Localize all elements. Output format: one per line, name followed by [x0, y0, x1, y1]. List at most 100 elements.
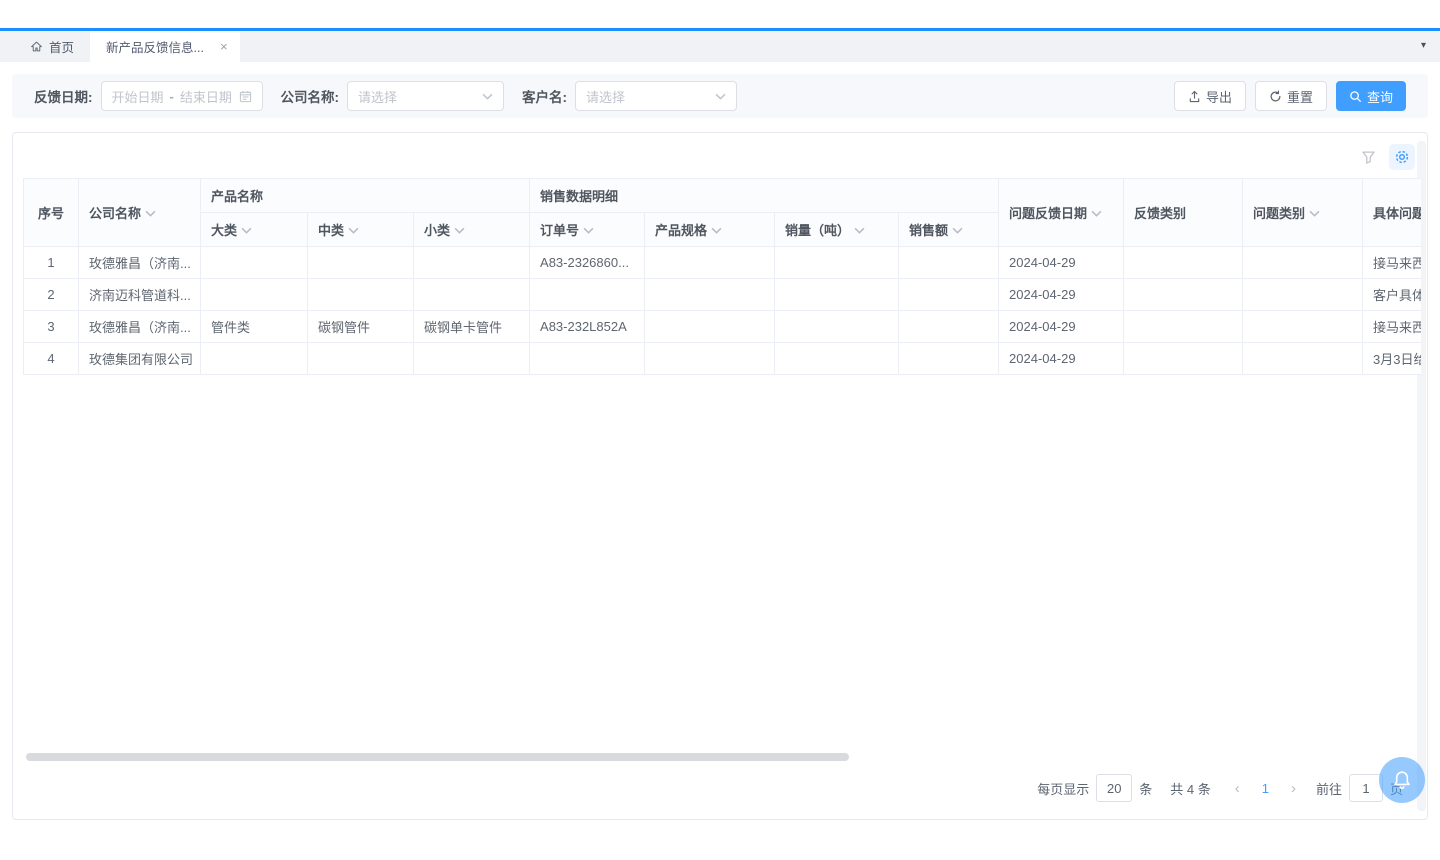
- col-header-index: 序号: [24, 179, 79, 247]
- col-header-company[interactable]: 公司名称: [79, 179, 201, 247]
- table-cell: 3: [24, 311, 79, 343]
- prev-page-icon[interactable]: ‹: [1225, 780, 1250, 797]
- table-row: 1玫德雅昌（济南...A83-2326860...2024-04-29接马来西亚: [24, 247, 1422, 279]
- caret-down-icon: [348, 222, 359, 237]
- group-header-sales-detail: 销售数据明细: [530, 179, 999, 213]
- tab-active[interactable]: 新产品反馈信息... ×: [90, 31, 240, 62]
- pagination: 每页显示 条 共 4 条 ‹ 1 › 前往 页: [1037, 773, 1403, 803]
- col-header-volume[interactable]: 销量（吨）: [775, 213, 899, 247]
- date-separator: -: [170, 89, 174, 104]
- gear-icon: [1394, 149, 1410, 165]
- tab-active-label: 新产品反馈信息...: [106, 37, 204, 56]
- table-cell: [1243, 279, 1363, 311]
- filter-bar: 反馈日期: 开始日期 - 结束日期 公司名称: 请选择 客户名: 请选择: [12, 74, 1428, 118]
- caret-down-icon: [1091, 205, 1102, 220]
- caret-down-icon: [711, 222, 722, 237]
- table-cell: A83-2326860...: [530, 247, 645, 279]
- table-cell: [308, 343, 414, 375]
- reset-button[interactable]: 重置: [1255, 81, 1327, 111]
- table-cell: 玫德集团有限公司: [79, 343, 201, 375]
- table-cell: 济南迈科管道科...: [79, 279, 201, 311]
- table-cell: 2: [24, 279, 79, 311]
- bell-icon: [1390, 768, 1414, 792]
- date-end-placeholder: 结束日期: [180, 87, 232, 106]
- col-header-feedback-type: 反馈类别: [1124, 179, 1243, 247]
- customer-filter-label: 客户名:: [522, 86, 567, 106]
- table-cell: 2024-04-29: [999, 247, 1124, 279]
- app-page: 首页 新产品反馈信息... × ▾ 反馈日期: 开始日期 - 结束日期 公司名称…: [0, 0, 1440, 860]
- table-card: 序号 公司名称 产品名称 销售数据明细 问题反馈日期 反馈类别 问题类别 具体问…: [12, 132, 1428, 820]
- table-cell: [899, 247, 999, 279]
- table-cell: [645, 311, 775, 343]
- total-count-label: 共 4 条: [1170, 779, 1210, 798]
- col-header-cat-minor[interactable]: 小类: [414, 213, 530, 247]
- col-header-amount[interactable]: 销售额: [899, 213, 999, 247]
- page-size-input[interactable]: [1096, 774, 1132, 802]
- data-table-wrapper: 序号 公司名称 产品名称 销售数据明细 问题反馈日期 反馈类别 问题类别 具体问…: [23, 178, 1421, 375]
- company-select[interactable]: 请选择: [347, 81, 504, 111]
- table-cell: [775, 311, 899, 343]
- customer-select-placeholder: 请选择: [586, 87, 625, 106]
- caret-down-icon: [145, 205, 156, 220]
- table-row: 2济南迈科管道科...2024-04-29客户具体: [24, 279, 1422, 311]
- caret-down-icon: [952, 222, 963, 237]
- table-cell: [775, 343, 899, 375]
- caret-down-icon: [854, 222, 865, 237]
- tabbar-dropdown-icon[interactable]: ▾: [1421, 40, 1426, 51]
- col-header-feedback-date[interactable]: 问题反馈日期: [999, 179, 1124, 247]
- caret-down-icon: [241, 222, 252, 237]
- page-size-label: 每页显示: [1037, 779, 1089, 798]
- table-cell: 3月3日给: [1363, 343, 1421, 375]
- group-header-product-name: 产品名称: [201, 179, 530, 213]
- table-row: 3玫德雅昌（济南...管件类碳钢管件碳钢单卡管件A83-232L852A2024…: [24, 311, 1422, 343]
- col-header-order-no[interactable]: 订单号: [530, 213, 645, 247]
- home-icon: [30, 40, 43, 53]
- close-icon[interactable]: ×: [220, 39, 228, 54]
- table-cell: 接马来西亚: [1363, 311, 1421, 343]
- data-table: 序号 公司名称 产品名称 销售数据明细 问题反馈日期 反馈类别 问题类别 具体问…: [23, 178, 1421, 375]
- table-cell: [899, 343, 999, 375]
- table-cell: [645, 247, 775, 279]
- table-cell: [645, 343, 775, 375]
- date-range-input[interactable]: 开始日期 - 结束日期: [101, 81, 263, 111]
- table-cell: [775, 279, 899, 311]
- col-header-spec[interactable]: 产品规格: [645, 213, 775, 247]
- table-cell: [1124, 247, 1243, 279]
- next-page-icon[interactable]: ›: [1281, 780, 1306, 797]
- chevron-down-icon: [715, 93, 726, 100]
- horizontal-scrollbar-thumb[interactable]: [26, 753, 849, 761]
- table-cell: [530, 279, 645, 311]
- table-cell: [308, 279, 414, 311]
- caret-down-icon: [1309, 205, 1320, 220]
- customer-select[interactable]: 请选择: [575, 81, 737, 111]
- column-settings-button[interactable]: [1389, 144, 1415, 170]
- table-cell: 客户具体: [1363, 279, 1421, 311]
- table-cell: 玫德雅昌（济南...: [79, 311, 201, 343]
- filter-funnel-icon[interactable]: [1361, 150, 1376, 165]
- search-button-label: 查询: [1367, 87, 1393, 106]
- date-filter-label: 反馈日期:: [34, 86, 93, 106]
- table-cell: [414, 247, 530, 279]
- table-row: 4玫德集团有限公司2024-04-293月3日给: [24, 343, 1422, 375]
- tab-bar: 首页 新产品反馈信息... × ▾: [0, 31, 1440, 62]
- table-cell: 2024-04-29: [999, 343, 1124, 375]
- col-header-problem-type[interactable]: 问题类别: [1243, 179, 1363, 247]
- goto-page-input[interactable]: [1349, 774, 1383, 802]
- col-header-cat-major[interactable]: 大类: [201, 213, 308, 247]
- table-cell: [899, 311, 999, 343]
- search-button[interactable]: 查询: [1336, 81, 1406, 111]
- notification-bell-button[interactable]: [1379, 757, 1425, 803]
- col-header-cat-mid[interactable]: 中类: [308, 213, 414, 247]
- table-cell: 管件类: [201, 311, 308, 343]
- table-cell: [201, 247, 308, 279]
- export-button[interactable]: 导出: [1174, 81, 1246, 111]
- page-size-unit: 条: [1139, 779, 1152, 798]
- tab-home[interactable]: 首页: [14, 31, 90, 62]
- table-cell: 接马来西亚: [1363, 247, 1421, 279]
- date-start-placeholder: 开始日期: [112, 87, 164, 106]
- table-toolbar: [1361, 144, 1415, 170]
- table-cell: 碳钢管件: [308, 311, 414, 343]
- current-page-number[interactable]: 1: [1250, 781, 1281, 796]
- export-button-label: 导出: [1206, 87, 1232, 106]
- table-cell: A83-232L852A: [530, 311, 645, 343]
